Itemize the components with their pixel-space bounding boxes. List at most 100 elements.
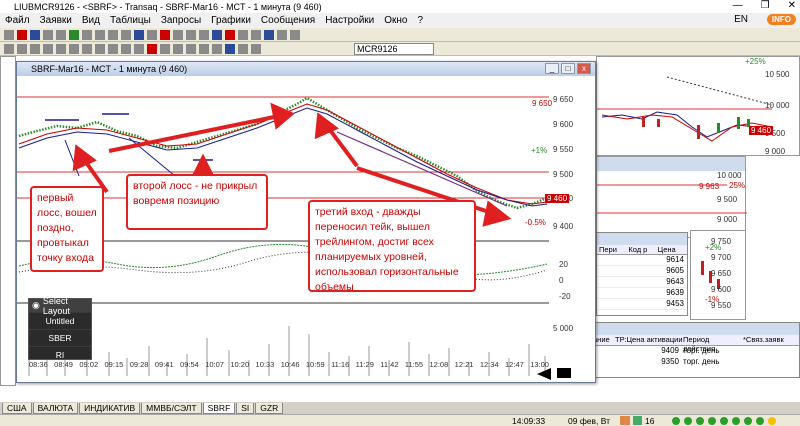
stop-icon[interactable] (56, 29, 66, 40)
line-chart-icon[interactable] (238, 43, 248, 54)
menu-messages[interactable]: Сообщения (256, 15, 320, 26)
channel-icon[interactable] (69, 43, 79, 54)
tab-usa[interactable]: США (2, 402, 32, 414)
hline-icon[interactable] (43, 43, 53, 54)
info-icon[interactable] (225, 29, 235, 40)
chart-window-title: SBRF-Mar16 - MCT - 1 минута (9 460) (31, 64, 188, 74)
tab-indicative[interactable]: ИНДИКАТИВ (79, 402, 141, 414)
chart-maximize-button[interactable]: □ (561, 63, 575, 74)
third-price-tick: 9 650 (711, 269, 732, 278)
menu-charts[interactable]: Графики (206, 15, 256, 26)
volume-icon[interactable] (199, 29, 209, 40)
bar-chart-icon[interactable] (251, 43, 261, 54)
tab-si[interactable]: SI (236, 402, 255, 414)
fibo-icon[interactable] (82, 43, 92, 54)
vline-icon[interactable] (56, 43, 66, 54)
menu-help[interactable]: ? (413, 15, 429, 26)
table-row[interactable]: 9409 торг. день (591, 346, 799, 357)
table-header[interactable]: Период действия (683, 335, 743, 353)
time-label: 10:07 (205, 360, 224, 369)
menu-view[interactable]: Вид (77, 15, 105, 26)
status-dot-icon (720, 417, 728, 425)
menu-file[interactable]: Файл (0, 15, 35, 26)
delete-icon[interactable] (147, 43, 157, 54)
status-warning-icon (768, 417, 776, 425)
chart-window-titlebar[interactable]: SBRF-Mar16 - MCT - 1 минута (9 460) _ □ … (17, 62, 595, 76)
filter-icon[interactable] (238, 29, 248, 40)
sell-icon[interactable] (17, 29, 27, 40)
cart-icon[interactable] (4, 29, 14, 40)
zoom-out-icon[interactable] (173, 43, 183, 54)
time-label: 09:54 (180, 360, 199, 369)
annotation-second-loss: второй лосс - не прикрыл вовремя позицию (126, 174, 268, 230)
chart-close-button[interactable]: x (577, 63, 591, 74)
status-count: 16 (645, 416, 655, 426)
table-header[interactable]: Пери (597, 245, 628, 254)
tab-micex[interactable]: ММВБ/СЭЛТ (141, 402, 202, 414)
menu-window[interactable]: Окно (379, 15, 412, 26)
news-icon[interactable] (108, 29, 118, 40)
table-header[interactable]: Код р (628, 245, 657, 254)
info-button[interactable]: INFO (766, 14, 796, 25)
orders-table-header: ание ТР:Цена активации Период действия *… (591, 335, 799, 353)
cursor-icon[interactable] (4, 43, 14, 54)
ellipse-icon[interactable] (134, 43, 144, 54)
close-button[interactable]: ✕ (788, 0, 796, 11)
candle-icon[interactable] (225, 43, 235, 54)
table-header[interactable]: Цена (658, 245, 687, 254)
chart-minimize-button[interactable]: _ (545, 63, 559, 74)
status-time: 14:09:33 (512, 416, 546, 426)
table-icon[interactable] (82, 29, 92, 40)
tab-gzr[interactable]: GZR (255, 402, 284, 414)
scroll-end-icon[interactable] (557, 368, 571, 378)
indicator-icon[interactable] (186, 43, 196, 54)
table-row[interactable]: 9643 (597, 277, 687, 288)
language-switch[interactable]: EN (734, 14, 748, 25)
arrow-icon[interactable] (108, 43, 118, 54)
menu-tables[interactable]: Таблицы (105, 15, 156, 26)
tab-currency[interactable]: ВАЛЮТА (32, 402, 79, 414)
status-dot-icon (684, 417, 692, 425)
table-row[interactable]: 9614 (597, 255, 687, 266)
history-icon[interactable] (147, 29, 157, 40)
menu-settings[interactable]: Настройки (320, 15, 379, 26)
layout-item-sber[interactable]: SBER (29, 329, 91, 346)
list-icon[interactable] (121, 29, 131, 40)
minimize-button[interactable]: — (733, 0, 743, 11)
table-row[interactable]: 9453 (597, 299, 687, 310)
table-row[interactable]: 9639 (597, 288, 687, 299)
tab-sbrf[interactable]: SBRF (202, 402, 236, 414)
status-dot-icon (696, 417, 704, 425)
period-icon[interactable] (199, 43, 209, 54)
menu-orders[interactable]: Заявки (35, 15, 77, 26)
table-row[interactable]: 9605 (597, 266, 687, 277)
print-icon[interactable] (290, 29, 300, 40)
table-header[interactable]: ТР:Цена активации (615, 335, 683, 345)
orders-icon[interactable] (43, 29, 53, 40)
crosshair-icon[interactable] (17, 43, 27, 54)
menu-requests[interactable]: Запросы (156, 15, 206, 26)
calc-icon[interactable] (251, 29, 261, 40)
rect-icon[interactable] (121, 43, 131, 54)
template-icon[interactable] (212, 43, 222, 54)
alert-icon[interactable] (160, 29, 170, 40)
buy-icon[interactable] (30, 29, 40, 40)
table-row[interactable]: 9350 торг. день (591, 357, 799, 368)
table-header[interactable]: *Связ.заявк (743, 335, 799, 345)
export-icon[interactable] (277, 29, 287, 40)
ticker-icon[interactable] (264, 29, 274, 40)
money-icon[interactable] (186, 29, 196, 40)
text-icon[interactable] (95, 43, 105, 54)
chart-icon[interactable] (69, 29, 79, 40)
trendline-icon[interactable] (30, 43, 40, 54)
grid-icon[interactable] (95, 29, 105, 40)
layout-item-ri[interactable]: RI (29, 346, 91, 363)
sigma-icon[interactable] (173, 29, 183, 40)
time-label: 13:00 (530, 360, 549, 369)
account-select[interactable]: MCR9126 (354, 43, 434, 55)
portfolio-icon[interactable] (134, 29, 144, 40)
select-layout-panel: ◉ Select Layout Untitled SBER RI (28, 296, 92, 363)
zoom-in-icon[interactable] (160, 43, 170, 54)
bars-icon[interactable] (212, 29, 222, 40)
maximize-button[interactable]: ❐ (761, 0, 770, 11)
